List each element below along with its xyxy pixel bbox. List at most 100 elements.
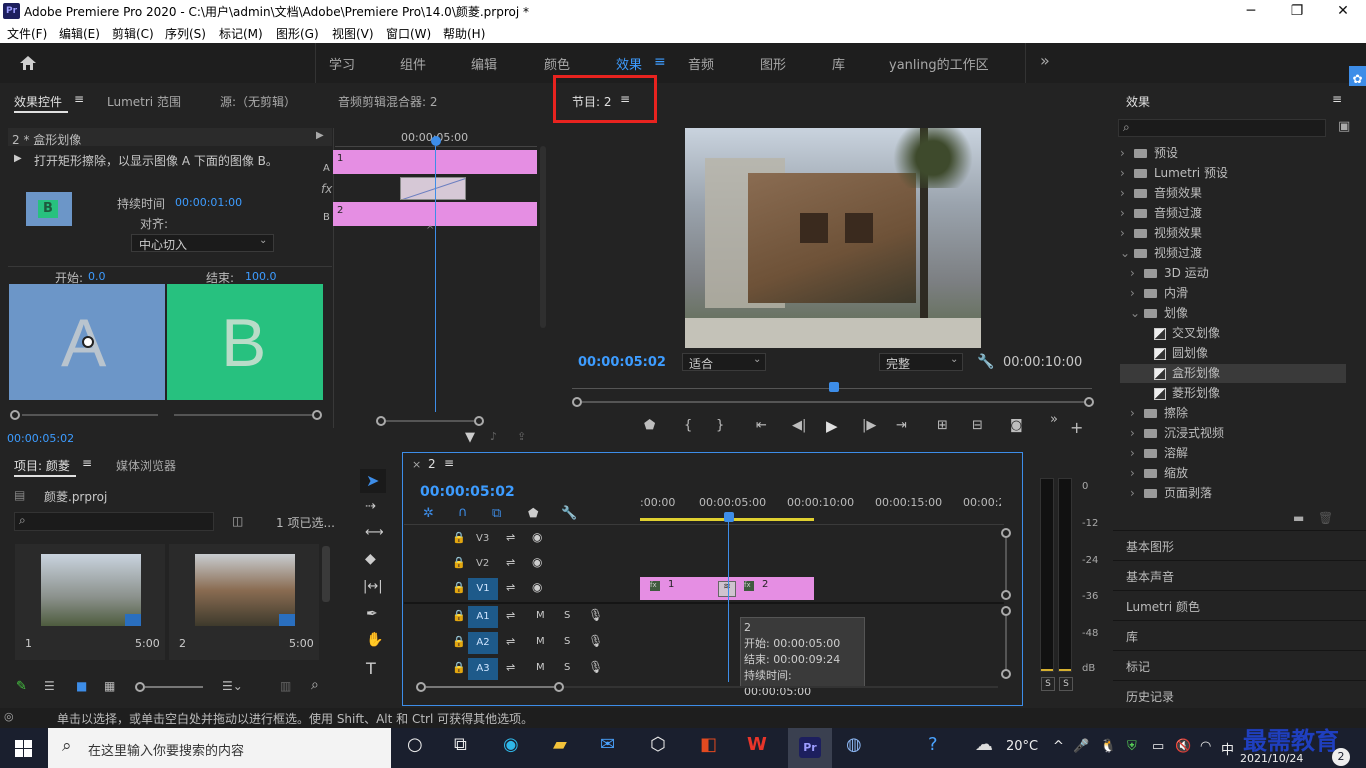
- icon-view-icon[interactable]: ■: [76, 679, 87, 693]
- effects-tree-item[interactable]: › 溶解: [1120, 444, 1346, 463]
- chevron-right-icon[interactable]: ›: [1130, 404, 1140, 423]
- go-to-out-icon[interactable]: ⇥: [896, 418, 907, 433]
- mark-in-icon[interactable]: {: [684, 418, 692, 433]
- extract-icon[interactable]: ⊟: [972, 418, 983, 433]
- project-search-input[interactable]: ⌕: [14, 512, 214, 531]
- zoom-slider-handle[interactable]: [135, 682, 145, 692]
- effects-tree-item[interactable]: › 音频效果: [1120, 184, 1346, 203]
- menu-edit[interactable]: 编辑(E): [59, 25, 100, 42]
- razor-tool-icon[interactable]: ◆: [365, 551, 376, 567]
- effects-tree-item[interactable]: › 页面剥落: [1120, 484, 1346, 503]
- mini-zoom-start-handle[interactable]: [376, 416, 386, 426]
- loop-audio-icon[interactable]: ♪: [490, 430, 497, 443]
- linked-selection-icon[interactable]: ⧉: [492, 506, 501, 521]
- workspace-tab-color[interactable]: 颜色: [544, 54, 570, 73]
- more-controls-icon[interactable]: »: [1050, 412, 1058, 427]
- chevron-down-icon[interactable]: ⌄: [1130, 304, 1140, 323]
- effects-tree-item[interactable]: › 沉浸式视频: [1120, 424, 1346, 443]
- office-icon[interactable]: ◧: [700, 734, 717, 755]
- chevron-right-icon[interactable]: ›: [1120, 164, 1130, 183]
- chevron-right-icon[interactable]: ›: [1130, 424, 1140, 443]
- track-select-tool-icon[interactable]: ⇢: [365, 499, 376, 514]
- preview-a[interactable]: A: [9, 284, 165, 400]
- edge-icon[interactable]: ◉: [503, 734, 519, 755]
- quality-dropdown[interactable]: 完整 ⌄: [879, 353, 963, 371]
- effects-tree-item[interactable]: › 3D 运动: [1120, 264, 1346, 283]
- export-icon[interactable]: ⇪: [517, 430, 526, 443]
- chevron-right-icon[interactable]: ›: [1130, 264, 1140, 283]
- mark-out-icon[interactable]: }: [716, 418, 724, 433]
- lock-icon[interactable]: 🔒: [452, 556, 466, 569]
- align-dropdown[interactable]: 中心切入 ⌄: [131, 234, 274, 252]
- ripple-edit-tool-icon[interactable]: ⟷: [365, 525, 384, 540]
- microphone-icon[interactable]: 🎙: [588, 660, 603, 674]
- effects-tree-item[interactable]: 盒形划像: [1120, 364, 1346, 383]
- task-view-icon[interactable]: ⧉: [454, 734, 467, 755]
- workspace-tab-learn[interactable]: 学习: [329, 54, 355, 73]
- step-back-icon[interactable]: ◀|: [792, 418, 806, 433]
- lock-icon[interactable]: 🔒: [452, 531, 466, 544]
- duration-value[interactable]: 00:00:01:00: [175, 196, 242, 209]
- sequence-menu-icon[interactable]: ≡: [444, 456, 454, 470]
- mini-scrollbar[interactable]: [540, 146, 546, 328]
- end-value[interactable]: 100.0: [245, 270, 277, 283]
- tab-project[interactable]: 项目: 颜菱: [14, 457, 70, 474]
- workspace-tab-editing[interactable]: 编辑: [471, 54, 497, 73]
- minimize-button[interactable]: ─: [1228, 0, 1274, 22]
- effects-tree-item[interactable]: › 内滑: [1120, 284, 1346, 303]
- audio-scroll-top-handle[interactable]: [1001, 606, 1011, 616]
- hand-tool-icon[interactable]: ✋: [366, 632, 383, 648]
- timeline-playhead-handle[interactable]: [724, 512, 734, 522]
- workspace-overflow-icon[interactable]: »: [1040, 51, 1050, 70]
- project-item-2[interactable]: 2 5:00: [169, 544, 319, 660]
- chevron-right-icon[interactable]: ›: [1130, 284, 1140, 303]
- sync-lock-icon[interactable]: ⇌: [506, 531, 515, 544]
- battery-icon[interactable]: ▭: [1152, 739, 1164, 754]
- microphone-icon[interactable]: 🎙: [588, 634, 603, 648]
- mail-icon[interactable]: ✉: [600, 734, 615, 755]
- start-value[interactable]: 0.0: [88, 270, 106, 283]
- preview-b[interactable]: B: [167, 284, 323, 400]
- chevron-down-icon[interactable]: ⌄: [1120, 244, 1130, 263]
- shield-icon[interactable]: ⛨: [1127, 739, 1137, 754]
- security-app-icon[interactable]: ⬡: [650, 734, 666, 755]
- tab-source[interactable]: 源:（无剪辑）: [220, 93, 296, 110]
- lock-icon[interactable]: 🔒: [452, 581, 466, 594]
- lock-icon[interactable]: 🔒: [452, 609, 466, 622]
- microphone-icon[interactable]: 🎙: [588, 608, 603, 622]
- search-icon[interactable]: ⌕: [311, 677, 319, 693]
- sync-lock-icon[interactable]: ⇌: [506, 635, 515, 648]
- mute-button[interactable]: M: [536, 610, 545, 621]
- cortana-icon[interactable]: ○: [407, 734, 423, 755]
- network-icon[interactable]: ◠: [1200, 739, 1211, 754]
- eye-icon[interactable]: ◉: [532, 530, 542, 544]
- mute-button[interactable]: M: [536, 636, 545, 647]
- menu-window[interactable]: 窗口(W): [386, 25, 431, 42]
- track-target[interactable]: V1: [468, 578, 498, 600]
- find-icon[interactable]: ◫: [232, 514, 243, 528]
- audio-scroll-bottom-handle[interactable]: [1001, 669, 1011, 679]
- effects-tree-item[interactable]: 圆划像: [1120, 344, 1346, 363]
- add-marker-icon[interactable]: ⬟: [528, 506, 538, 520]
- chevron-right-icon[interactable]: ›: [1120, 224, 1130, 243]
- tab-effect-controls[interactable]: 效果控件: [14, 93, 62, 110]
- timeline-zoom-start-handle[interactable]: [416, 682, 426, 692]
- menu-view[interactable]: 视图(V): [332, 25, 374, 42]
- effects-section[interactable]: 历史记录: [1113, 682, 1366, 711]
- workspace-tab-assembly[interactable]: 组件: [400, 54, 426, 73]
- video-scroll-bottom-handle[interactable]: [1001, 590, 1011, 600]
- effects-tree-item[interactable]: › 音频过渡: [1120, 204, 1346, 223]
- tab-sequence[interactable]: 2: [428, 457, 436, 471]
- help-icon[interactable]: ?: [928, 734, 938, 755]
- track-target[interactable]: A2: [468, 632, 498, 654]
- effects-section[interactable]: 基本声音: [1113, 562, 1366, 591]
- chevron-right-icon[interactable]: ›: [1130, 444, 1140, 463]
- home-icon[interactable]: [19, 55, 37, 71]
- sync-lock-icon[interactable]: ⇌: [506, 556, 515, 569]
- workspace-tab-effects[interactable]: 效果: [616, 54, 642, 73]
- effects-tree-item[interactable]: 交叉划像: [1120, 324, 1346, 343]
- effects-tree-item[interactable]: ⌄ 划像: [1120, 304, 1346, 323]
- effects-section[interactable]: 库: [1113, 622, 1366, 651]
- play-preview-icon[interactable]: ▶: [14, 153, 22, 164]
- project-scrollbar[interactable]: [322, 546, 330, 602]
